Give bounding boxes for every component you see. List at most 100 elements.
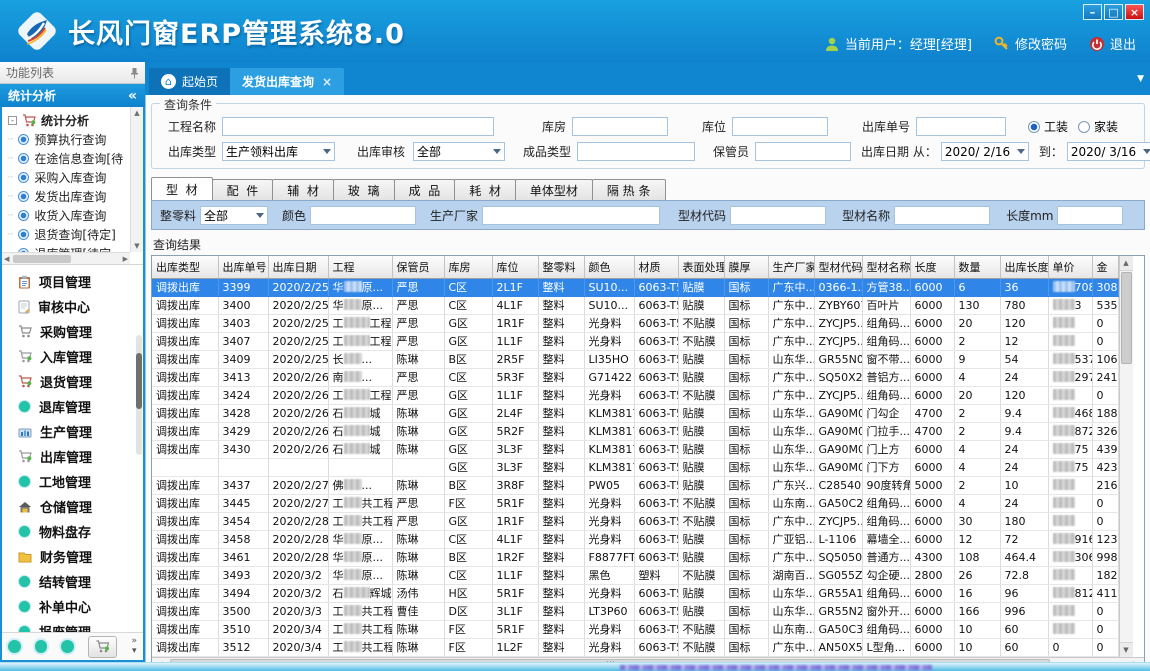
table-row[interactable]: 调拨出库35102020/3/4工共工程陈琳F区5R1F整料光身料6063-T5… (152, 620, 1118, 638)
column-header[interactable]: 材质 (634, 256, 678, 278)
scroll-right-icon[interactable]: ▶ (123, 255, 128, 263)
tree-item[interactable]: ┈发货出库查询 (8, 187, 143, 206)
column-header[interactable]: 出库单号 (218, 256, 268, 278)
module-shortcut-icon[interactable] (61, 640, 74, 653)
column-header[interactable]: 数量 (954, 256, 1000, 278)
sidebar-module-item[interactable]: 仓储管理 (2, 494, 143, 519)
maximize-button[interactable]: □ (1104, 4, 1123, 20)
table-row[interactable]: 调拨出库34582020/2/28华原...陈琳C区4L1F整料光身料6063-… (152, 530, 1118, 548)
sidebar-module-item[interactable]: 出库管理 (2, 444, 143, 469)
column-header[interactable]: 颜色 (584, 256, 634, 278)
date-to-picker[interactable]: 2020/ 3/16 (1067, 142, 1150, 161)
tab-shipment-outbound-query[interactable]: 发货出库查询 × (230, 68, 344, 95)
sidebar-module-item[interactable]: 采购管理 (2, 319, 143, 344)
table-row[interactable]: 调拨出库34242020/2/26工工程严思G区1L1F整料光身料6063-T5… (152, 386, 1118, 404)
scroll-down-icon[interactable]: ▼ (134, 242, 139, 250)
table-row[interactable]: 调拨出库35002020/3/3工共工程曹佳D区3L1F整料LT3P606063… (152, 602, 1118, 620)
sidebar-module-item[interactable]: 生产管理 (2, 419, 143, 444)
material-tab[interactable]: 辅 材 (272, 179, 334, 200)
sidebar-module-item[interactable]: 退货管理 (2, 369, 143, 394)
logout-button[interactable]: 退出 (1089, 34, 1136, 53)
grid-vertical-scrollbar[interactable]: ▲ ▼ (1119, 256, 1133, 657)
close-button[interactable]: × (1125, 4, 1144, 20)
profile-name-input[interactable] (894, 206, 990, 225)
module-shortcut-icon[interactable] (35, 640, 48, 653)
material-tab[interactable]: 隔 热 条 (592, 179, 666, 200)
keeper-input[interactable] (755, 142, 851, 161)
column-header[interactable]: 出库长度 (1000, 256, 1048, 278)
column-header[interactable]: 整零料 (538, 256, 584, 278)
audit-combo[interactable]: 全部 (413, 142, 505, 161)
tree-expander-icon[interactable]: - (8, 116, 17, 125)
table-row[interactable]: 调拨出库34132020/2/26南...严思C区5R3F整料G71422606… (152, 368, 1118, 386)
column-header[interactable]: 型材代码 (814, 256, 862, 278)
date-from-picker[interactable]: 2020/ 2/16 (941, 142, 1029, 161)
column-header[interactable]: 生产厂家 (768, 256, 814, 278)
module-shortcut-icon[interactable] (8, 640, 21, 653)
table-row[interactable]: 调拨出库34292020/2/26石城陈琳G区5R2F整料KLM38176063… (152, 422, 1118, 440)
profile-code-input[interactable] (730, 206, 826, 225)
column-header[interactable]: 出库类型 (152, 256, 218, 278)
column-header[interactable]: 出库日期 (268, 256, 328, 278)
overflow-chevron[interactable]: »▾ (131, 637, 137, 657)
radio-jiazhuang[interactable] (1078, 121, 1090, 133)
scroll-left-icon[interactable]: ◀ (4, 255, 9, 263)
material-tab[interactable]: 耗 材 (454, 179, 516, 200)
table-row[interactable]: 调拨出库34092020/2/25长...陈琳B区2R5F整料LI35HO606… (152, 350, 1118, 368)
sidebar-module-item[interactable]: 结转管理 (2, 569, 143, 594)
scrollbar-thumb[interactable] (13, 255, 71, 263)
color-input[interactable] (310, 206, 416, 225)
tree-item[interactable]: ┈收货入库查询 (8, 206, 143, 225)
sidebar-module-item[interactable]: 项目管理 (2, 269, 143, 294)
column-header[interactable]: 长度 (910, 256, 954, 278)
column-header[interactable]: 工程 (328, 256, 392, 278)
table-row[interactable]: 调拨出库35122020/3/4工共工程陈琳F区1L2F整料光身料6063-T5… (152, 638, 1118, 656)
tree-item[interactable]: ┈采购入库查询 (8, 168, 143, 187)
table-row[interactable]: 调拨出库34002020/2/25华原...严思C区4L1F整料SU10...6… (152, 296, 1118, 314)
sidebar-module-item[interactable]: 入库管理 (2, 344, 143, 369)
table-row[interactable]: 调拨出库34072020/2/25工工程严思G区1L1F整料光身料6063-T5… (152, 332, 1118, 350)
column-header[interactable]: 库位 (492, 256, 538, 278)
tab-overflow-icon[interactable]: ▼ (1137, 74, 1144, 84)
table-row[interactable]: 调拨出库34612020/2/28华原...陈琳B区1R2F整料F8877FT6… (152, 548, 1118, 566)
tab-close-icon[interactable]: × (322, 75, 332, 89)
scrollbar-thumb[interactable] (1121, 272, 1132, 364)
change-password-button[interactable]: 修改密码 (994, 34, 1067, 53)
tree-item[interactable]: ┈预算执行查询 (8, 130, 143, 149)
pin-icon[interactable] (130, 67, 139, 79)
table-row[interactable]: 调拨出库34942020/3/2石辉城汤伟H区5R1F整料光身料6063-T5贴… (152, 584, 1118, 602)
location-input[interactable] (732, 117, 828, 136)
column-header[interactable]: 单价 (1048, 256, 1092, 278)
sidebar-module-item[interactable]: 物料盘存 (2, 519, 143, 544)
scroll-up-icon[interactable]: ▲ (134, 109, 139, 117)
sidebar-module-item[interactable]: 财务管理 (2, 544, 143, 569)
project-name-input[interactable] (222, 117, 494, 136)
column-header[interactable]: 金 (1092, 256, 1118, 278)
tree-item[interactable]: ┈在途信息查询[待 (8, 149, 143, 168)
material-tab[interactable]: 成 品 (394, 179, 456, 200)
table-row[interactable]: 调拨出库34372020/2/27佛...陈琳B区3R8F整料PW056063-… (152, 476, 1118, 494)
column-header[interactable]: 保管员 (392, 256, 444, 278)
length-input[interactable] (1057, 206, 1123, 225)
tree-vertical-scrollbar[interactable]: ▲ ▼ (130, 107, 143, 252)
out-type-combo[interactable]: 生产领料出库 (222, 142, 335, 161)
whole-part-combo[interactable]: 全部 (200, 206, 268, 225)
column-header[interactable]: 膜厚 (724, 256, 768, 278)
collapse-icon[interactable]: « (128, 88, 137, 104)
table-row[interactable]: 调拨出库33992020/2/25华原...严思C区2L1F整料SU10...6… (152, 278, 1118, 296)
table-row[interactable]: 调拨出库34542020/2/28工共工程严思G区1R1F整料光身料6063-T… (152, 512, 1118, 530)
warehouse-input[interactable] (572, 117, 668, 136)
table-row[interactable]: 调拨出库34302020/2/26石城陈琳G区3L3F整料KLM38176063… (152, 440, 1118, 458)
table-row[interactable]: G区3L3F整料KLM38176063-T5贴膜国标山东华...GA90M09.… (152, 458, 1118, 476)
table-row[interactable]: 调拨出库34282020/2/26石城陈琳G区2L4F整料KLM38176063… (152, 404, 1118, 422)
table-row[interactable]: 调拨出库34932020/3/2华原...陈琳C区1L1F整料黑色塑料不贴膜国标… (152, 566, 1118, 584)
product-type-input[interactable] (577, 142, 695, 161)
material-tab[interactable]: 配 件 (212, 179, 274, 200)
cart-shortcut-button[interactable] (88, 636, 117, 658)
column-header[interactable]: 库房 (444, 256, 492, 278)
table-row[interactable]: 调拨出库34032020/2/25工工程严思G区1R1F整料光身料6063-T5… (152, 314, 1118, 332)
material-tab[interactable]: 单体型材 (515, 179, 593, 200)
material-tab[interactable]: 玻 璃 (333, 179, 395, 200)
sidebar-module-item[interactable]: 审核中心 (2, 294, 143, 319)
tab-home[interactable]: ⌂ 起始页 (149, 68, 230, 95)
